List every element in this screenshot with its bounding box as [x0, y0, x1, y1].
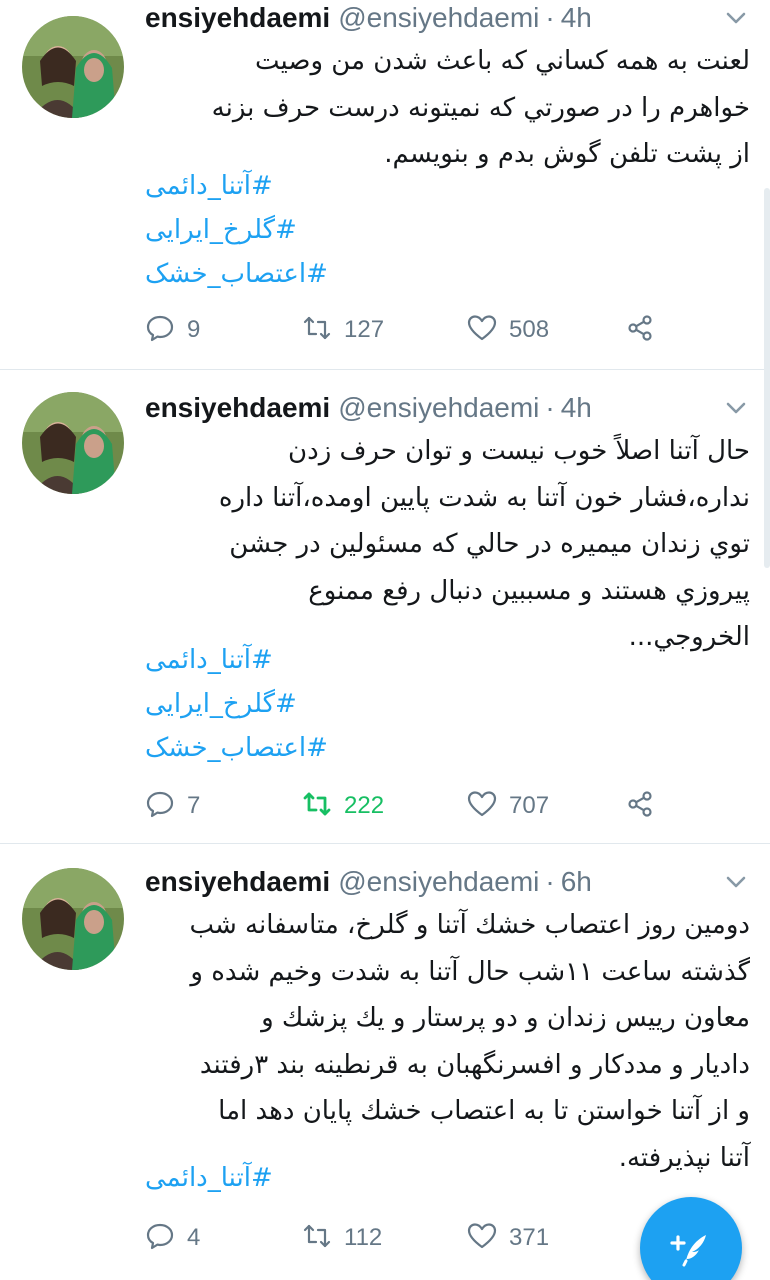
scrollbar[interactable] [764, 188, 770, 568]
tweet-actions: 4 112 371 [145, 1220, 665, 1256]
reply-icon [145, 1221, 175, 1255]
timestamp[interactable]: 4h [561, 2, 592, 34]
hashtag-link[interactable]: #گلرخ_ایرایی [145, 682, 750, 726]
reply-count: 4 [187, 1224, 201, 1251]
tweet-text-line: حال آتنا اصلاً خوب نيست و توان حرف زدن [288, 436, 750, 466]
hashtag-list: #آتنا_دائمی #گلرخ_ایرایی #اعتصاب_خشک [145, 638, 750, 770]
heart-icon [467, 313, 497, 347]
retweet-icon [302, 1221, 332, 1255]
tweet-text-line: توي زندان ميميره در حالي كه مسئولين در ج… [229, 529, 750, 559]
tweet-text-line: خواهرم را در صورتي كه نميتونه درست حرف ب… [211, 92, 750, 123]
like-button[interactable]: 707 [467, 788, 549, 824]
tweet-text: لعنت به همه كساني كه باعث شدن من وصيت خو… [145, 38, 750, 178]
display-name[interactable]: ensiyehdaemi [145, 2, 330, 34]
retweet-icon [302, 789, 332, 823]
like-button[interactable]: 371 [467, 1220, 549, 1256]
tweet[interactable]: ensiyehdaemi @ensiyehdaemi · 4h لعنت به … [0, 0, 770, 370]
tweet-text-line: معاون رييس زندان و دو پرستار و يك پزشك و [261, 1003, 750, 1033]
hashtag-link[interactable]: #گلرخ_ایرایی [145, 208, 750, 252]
tweet-actions: 9 127 508 [145, 312, 665, 348]
display-name[interactable]: ensiyehdaemi [145, 866, 330, 898]
compose-tweet-icon [666, 1221, 716, 1275]
tweet[interactable]: ensiyehdaemi @ensiyehdaemi · 4h حال آتنا… [0, 370, 770, 844]
retweet-count: 112 [344, 1224, 383, 1251]
reply-button[interactable]: 7 [145, 788, 200, 824]
avatar[interactable] [22, 868, 124, 970]
reply-count: 9 [187, 316, 201, 343]
chevron-down-icon[interactable] [722, 394, 750, 422]
tweet-text-line: نداره،فشار خون آتنا به شدت پايين اومده،آ… [218, 482, 750, 513]
chevron-down-icon[interactable] [722, 4, 750, 32]
tweet-text-line: داديار و مددكار و افسرنگهبان به قرنطينه … [199, 1049, 750, 1080]
avatar[interactable] [22, 16, 124, 118]
separator-dot: · [545, 392, 555, 423]
retweet-count: 127 [344, 316, 385, 343]
avatar[interactable] [22, 392, 124, 494]
user-handle[interactable]: @ensiyehdaemi [338, 866, 539, 898]
hashtag-list: #آتنا_دائمی #گلرخ_ایرایی #اعتصاب_خشک [145, 164, 750, 296]
reply-icon [145, 313, 175, 347]
hashtag-link[interactable]: #اعتصاب_خشک [145, 726, 750, 770]
chevron-down-icon[interactable] [722, 868, 750, 896]
tweet-text-line: و از آتنا خواستن تا به اعتصاب خشك پايان … [218, 1096, 750, 1126]
like-count: 371 [509, 1224, 550, 1251]
separator-dot: · [545, 2, 555, 33]
timestamp[interactable]: 6h [561, 866, 592, 898]
hashtag-list: #آتنا_دائمی [145, 1156, 750, 1200]
tweet-text-line: پيروزي هستند و مسببين دنبال رفع ممنوع [308, 575, 750, 606]
reply-button[interactable]: 9 [145, 312, 200, 348]
separator-dot: · [545, 866, 555, 897]
share-icon [625, 789, 655, 823]
retweet-button[interactable]: 222 [302, 788, 384, 824]
retweet-button[interactable]: 112 [302, 1220, 382, 1256]
heart-icon [467, 1221, 497, 1255]
tweet-text-line: گذشته ساعت ۱۱شب حال آتنا به شدت وخيم شده… [190, 956, 750, 987]
reply-count: 7 [187, 792, 201, 819]
tweet-text: دومين روز اعتصاب خشك آتنا و گلرخ، متاسفا… [145, 902, 750, 1181]
hashtag-link[interactable]: #آتنا_دائمی [145, 1156, 750, 1200]
retweet-count: 222 [344, 792, 385, 819]
like-button[interactable]: 508 [467, 312, 549, 348]
user-handle[interactable]: @ensiyehdaemi [338, 392, 539, 424]
tweet-text-line: دومين روز اعتصاب خشك آتنا و گلرخ، متاسفا… [189, 910, 750, 940]
like-count: 508 [509, 316, 550, 343]
timestamp[interactable]: 4h [561, 392, 592, 424]
retweet-icon [302, 313, 332, 347]
tweet-text-line: لعنت به همه كساني كه باعث شدن من وصيت [255, 46, 750, 76]
like-count: 707 [509, 792, 550, 819]
retweet-button[interactable]: 127 [302, 312, 384, 348]
tweet-text: حال آتنا اصلاً خوب نيست و توان حرف زدن ن… [145, 428, 750, 661]
share-button[interactable] [625, 312, 655, 348]
hashtag-link[interactable]: #اعتصاب_خشک [145, 252, 750, 296]
heart-icon [467, 789, 497, 823]
user-handle[interactable]: @ensiyehdaemi [338, 2, 539, 34]
hashtag-link[interactable]: #آتنا_دائمی [145, 638, 750, 682]
share-button[interactable] [625, 788, 655, 824]
reply-icon [145, 789, 175, 823]
share-icon [625, 313, 655, 347]
hashtag-link[interactable]: #آتنا_دائمی [145, 164, 750, 208]
tweet-actions: 7 222 707 [145, 788, 665, 824]
display-name[interactable]: ensiyehdaemi [145, 392, 330, 424]
reply-button[interactable]: 4 [145, 1220, 200, 1256]
